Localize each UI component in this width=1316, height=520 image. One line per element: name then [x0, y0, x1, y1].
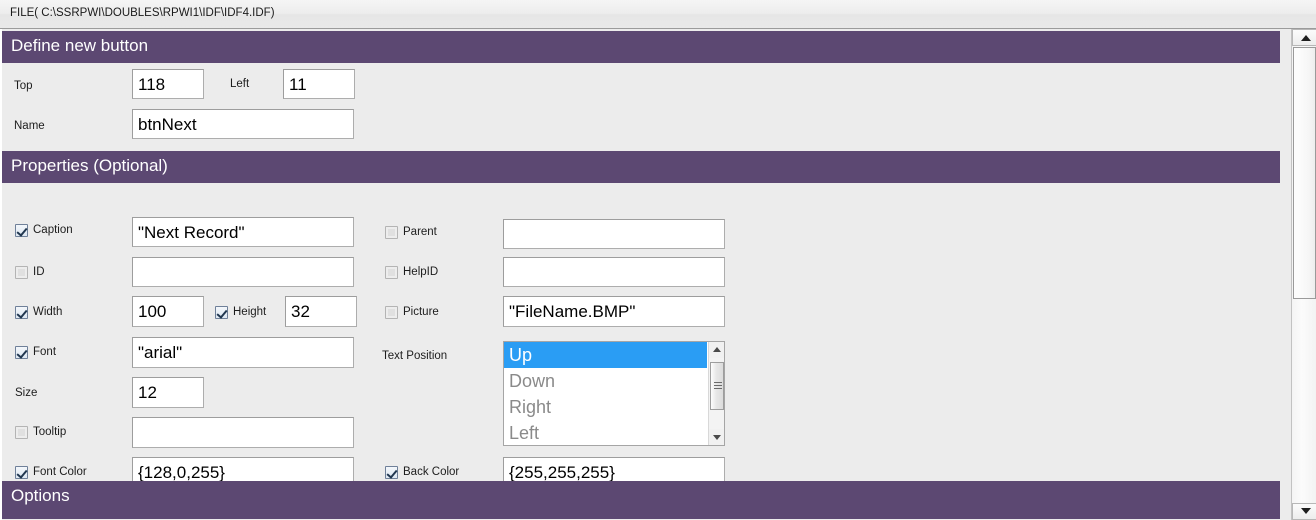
- window-vertical-scrollbar[interactable]: [1291, 29, 1316, 520]
- section-title-options: Options: [11, 486, 70, 505]
- window-scroll-up-arrow-icon[interactable]: [1292, 29, 1316, 46]
- file-path-bar: FILE( C:\SSRPWI\DOUBLES\RPWI1\IDF\IDF4.I…: [0, 0, 1316, 29]
- label-name: Name: [14, 120, 45, 132]
- window-scroll-down-arrow-icon[interactable]: [1292, 503, 1316, 520]
- picture-checkbox[interactable]: [385, 306, 398, 319]
- back-color-label: Back Color: [403, 466, 460, 478]
- back-color-checkbox[interactable]: [385, 466, 398, 479]
- parent-label: Parent: [403, 226, 437, 238]
- font-color-checkbox[interactable]: [15, 466, 28, 479]
- width-input[interactable]: 100: [132, 296, 204, 327]
- text-position-label: Text Position: [382, 350, 448, 362]
- left-input[interactable]: 11: [283, 69, 355, 99]
- tooltip-checkbox[interactable]: [15, 426, 28, 439]
- caption-label: Caption: [33, 224, 73, 236]
- tooltip-input[interactable]: [132, 417, 354, 448]
- font-input[interactable]: "arial": [132, 337, 354, 368]
- size-input[interactable]: 12: [132, 377, 204, 408]
- properties-body: Caption "Next Record" ID Width 100 Heigh…: [2, 183, 1280, 488]
- picture-input[interactable]: "FileName.BMP": [503, 296, 725, 327]
- name-input[interactable]: btnNext: [132, 109, 354, 139]
- text-position-listbox[interactable]: Up Down Right Left: [503, 341, 725, 446]
- height-label: Height: [233, 306, 267, 318]
- height-input[interactable]: 32: [285, 296, 357, 327]
- section-header-properties: Properties (Optional): [2, 151, 1280, 183]
- id-checkbox[interactable]: [15, 266, 28, 279]
- caption-input[interactable]: "Next Record": [132, 217, 354, 247]
- label-top: Top: [14, 80, 33, 92]
- id-label: ID: [33, 266, 45, 278]
- id-input[interactable]: [132, 257, 354, 287]
- listbox-scrollbar[interactable]: [708, 342, 724, 445]
- font-label: Font: [33, 346, 57, 358]
- scroll-down-arrow-icon[interactable]: [709, 429, 724, 445]
- caption-checkbox[interactable]: [15, 224, 28, 237]
- list-item[interactable]: Left: [504, 420, 707, 445]
- font-checkbox[interactable]: [15, 346, 28, 359]
- text-position-options: Up Down Right Left: [504, 342, 707, 445]
- file-path-text: FILE( C:\SSRPWI\DOUBLES\RPWI1\IDF\IDF4.I…: [10, 7, 275, 19]
- scroll-up-arrow-icon[interactable]: [709, 342, 724, 358]
- top-input[interactable]: 118: [132, 69, 204, 99]
- scrollbar-grip-icon: [714, 382, 722, 390]
- list-item[interactable]: Down: [504, 368, 707, 394]
- helpid-input[interactable]: [503, 257, 725, 287]
- width-checkbox[interactable]: [15, 306, 28, 319]
- helpid-checkbox[interactable]: [385, 266, 398, 279]
- tooltip-label: Tooltip: [33, 426, 67, 438]
- define-new-button-body: Top 118 Left 11 Name btnNext: [2, 63, 1280, 151]
- listbox-scrollbar-thumb[interactable]: [710, 362, 724, 410]
- application-window: FILE( C:\SSRPWI\DOUBLES\RPWI1\IDF\IDF4.I…: [0, 0, 1316, 520]
- window-scrollbar-thumb[interactable]: [1293, 47, 1316, 299]
- section-header-define-new-button: Define new button: [2, 31, 1280, 63]
- list-item[interactable]: Right: [504, 394, 707, 420]
- form-panel: Define new button Top 118 Left 11 Name b…: [0, 29, 1291, 520]
- height-checkbox[interactable]: [215, 306, 228, 319]
- size-label: Size: [15, 387, 38, 399]
- section-title-define: Define new button: [11, 36, 149, 55]
- section-header-options: Options: [2, 481, 1280, 519]
- label-left: Left: [230, 78, 250, 90]
- font-color-label: Font Color: [33, 466, 87, 478]
- width-label: Width: [33, 306, 63, 318]
- parent-input[interactable]: [503, 219, 725, 249]
- picture-label: Picture: [403, 306, 439, 318]
- helpid-label: HelpID: [403, 266, 439, 278]
- section-title-properties: Properties (Optional): [11, 156, 168, 175]
- list-item[interactable]: Up: [504, 342, 707, 368]
- parent-checkbox[interactable]: [385, 226, 398, 239]
